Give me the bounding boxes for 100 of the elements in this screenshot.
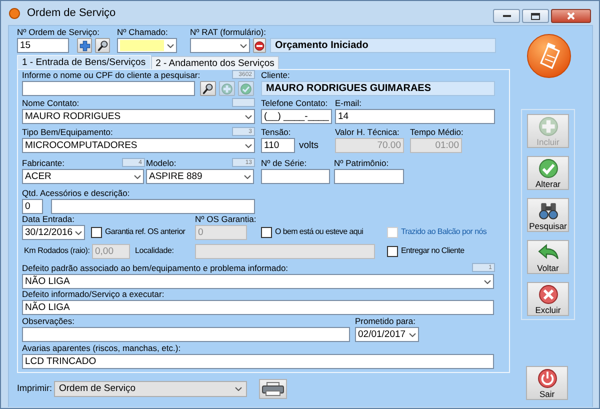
search-icon <box>96 40 108 52</box>
check-icon <box>538 158 558 179</box>
text-field[interactable]: 0 <box>22 199 43 214</box>
caret-icon <box>409 332 416 336</box>
checkbox-label: Garantia ref. OS anterior <box>105 228 186 237</box>
combo-box[interactable]: Ordem de Serviço <box>54 381 247 397</box>
caret-icon <box>484 280 491 284</box>
action-button[interactable]: Excluir <box>527 282 569 316</box>
caret-icon <box>235 387 242 391</box>
action-button[interactable]: Pesquisar <box>527 198 569 232</box>
action-button[interactable]: Voltar <box>527 240 569 274</box>
caret-icon <box>244 174 251 178</box>
maximize-button[interactable] <box>522 9 549 23</box>
checkbox[interactable] <box>387 246 398 257</box>
printer-icon <box>262 382 284 396</box>
checkbox-label: Entregar no Cliente <box>401 247 464 256</box>
field-label: Tensão: <box>261 127 291 137</box>
plus-icon <box>78 40 90 52</box>
field-label: Nº Patrimônio: <box>334 158 389 168</box>
combo-box[interactable]: NÃO LIGA <box>22 274 494 289</box>
field-label: Qtd. Acessórios e descrição: <box>22 188 130 198</box>
field-label: Nº RAT (formulário): <box>190 27 266 37</box>
add-icon <box>538 116 558 137</box>
text-field[interactable]: LCD TRINCADO <box>22 354 494 369</box>
stop-button[interactable] <box>253 38 266 53</box>
text-field[interactable] <box>51 199 255 214</box>
caret-icon <box>240 44 247 48</box>
maximize-icon <box>531 12 540 20</box>
field-label: Prometido para: <box>355 316 416 326</box>
field-label: E-mail: <box>335 98 362 108</box>
caret-icon <box>245 144 252 148</box>
combo-box[interactable]: ACER <box>22 169 144 184</box>
checkbox[interactable] <box>261 227 272 238</box>
text-field[interactable] <box>261 169 330 184</box>
minimize-icon <box>502 14 510 18</box>
field-label: Tipo Bem/Equipamento: <box>22 127 113 137</box>
field-label: Observações: <box>22 316 74 326</box>
checkbox-label: Trazido ao Balcão por nós <box>401 228 487 237</box>
action-button[interactable]: Alterar <box>527 156 569 190</box>
field-label: Valor H. Técnica: <box>335 127 400 137</box>
field-label: Defeito padrão associado ao bem/equipamento e problema informado: <box>22 263 288 273</box>
field-label: Localidade: <box>135 247 175 256</box>
display-field: Orçamento Iniciado <box>270 38 496 53</box>
field-label: Data Entrada: <box>22 214 74 224</box>
field-label: Modelo: <box>146 158 176 168</box>
caret-icon <box>167 44 174 48</box>
caret-icon <box>245 114 252 118</box>
text-field[interactable] <box>334 169 404 184</box>
search-button[interactable] <box>95 38 110 53</box>
search-button[interactable] <box>200 81 216 96</box>
power-icon <box>536 368 558 389</box>
combo-box[interactable]: ASPIRE 889 <box>146 169 254 184</box>
field-label: Nº de Série: <box>261 158 307 168</box>
combo-box[interactable]: MAURO RODRIGUES <box>22 109 255 124</box>
text-field[interactable] <box>22 81 195 96</box>
display-field: MAURO RODRIGUES GUIMARAES <box>261 81 495 96</box>
field-label: Nº OS Garantia: <box>195 214 256 224</box>
text-field[interactable]: (__) ____-____ <box>261 109 332 124</box>
check-icon <box>240 82 252 94</box>
clipboard-logo-icon <box>526 33 572 79</box>
unit-label: volts <box>299 139 320 153</box>
stop-icon <box>254 40 265 52</box>
field-label: Cliente: <box>261 70 290 80</box>
search-icon <box>202 82 214 94</box>
checkbox[interactable] <box>91 227 102 238</box>
field-label: Nome Contato: <box>22 98 80 108</box>
caret-icon <box>134 174 141 178</box>
combo-box[interactable] <box>117 38 177 53</box>
minimize-button[interactable] <box>493 9 520 23</box>
text-field[interactable]: 110 <box>261 138 295 153</box>
caret-icon <box>75 230 82 234</box>
field-label: Imprimir: <box>17 384 53 394</box>
exit-button[interactable]: Sair <box>526 366 568 400</box>
field-label: Nº Ordem de Serviço: <box>17 27 100 37</box>
field-label: Nº Chamado: <box>117 27 168 37</box>
add-button[interactable] <box>77 38 92 53</box>
tab[interactable]: 1 - Entrada de Bens/Serviços <box>17 55 151 69</box>
combo-box[interactable]: 30/12/2016 <box>22 225 85 240</box>
window-title: Ordem de Serviço <box>27 6 116 20</box>
field-label: Tempo Médio: <box>410 127 464 137</box>
combo-box[interactable]: MICROCOMPUTADORES <box>22 138 255 153</box>
close-icon <box>567 12 575 20</box>
text-field[interactable] <box>22 327 350 342</box>
print-button[interactable] <box>259 379 287 399</box>
field-label: Telefone Contato: <box>261 98 328 108</box>
tab[interactable]: 2 - Andamento dos Serviços <box>150 56 280 69</box>
close-button[interactable] <box>551 9 591 23</box>
field-label: Informe o nome ou CPF do cliente a pesquisar: <box>22 70 200 80</box>
text-field[interactable] <box>195 244 375 259</box>
add-icon <box>221 82 233 94</box>
binoculars-icon <box>538 200 558 221</box>
text-field[interactable]: 15 <box>17 38 69 53</box>
field-label: Defeito informado/Serviço a executar: <box>22 289 164 299</box>
text-field[interactable]: NÃO LIGA <box>22 300 494 315</box>
checkbox-label: O bem está ou esteve aqui <box>275 228 364 237</box>
field-label: Avarias aparentes (riscos, manchas, etc.): <box>22 343 181 353</box>
combo-box[interactable]: 02/01/2017 <box>355 327 419 342</box>
field-label: Fabricante: <box>22 158 65 168</box>
delete-icon <box>538 284 558 305</box>
text-field[interactable]: 14 <box>335 109 495 124</box>
